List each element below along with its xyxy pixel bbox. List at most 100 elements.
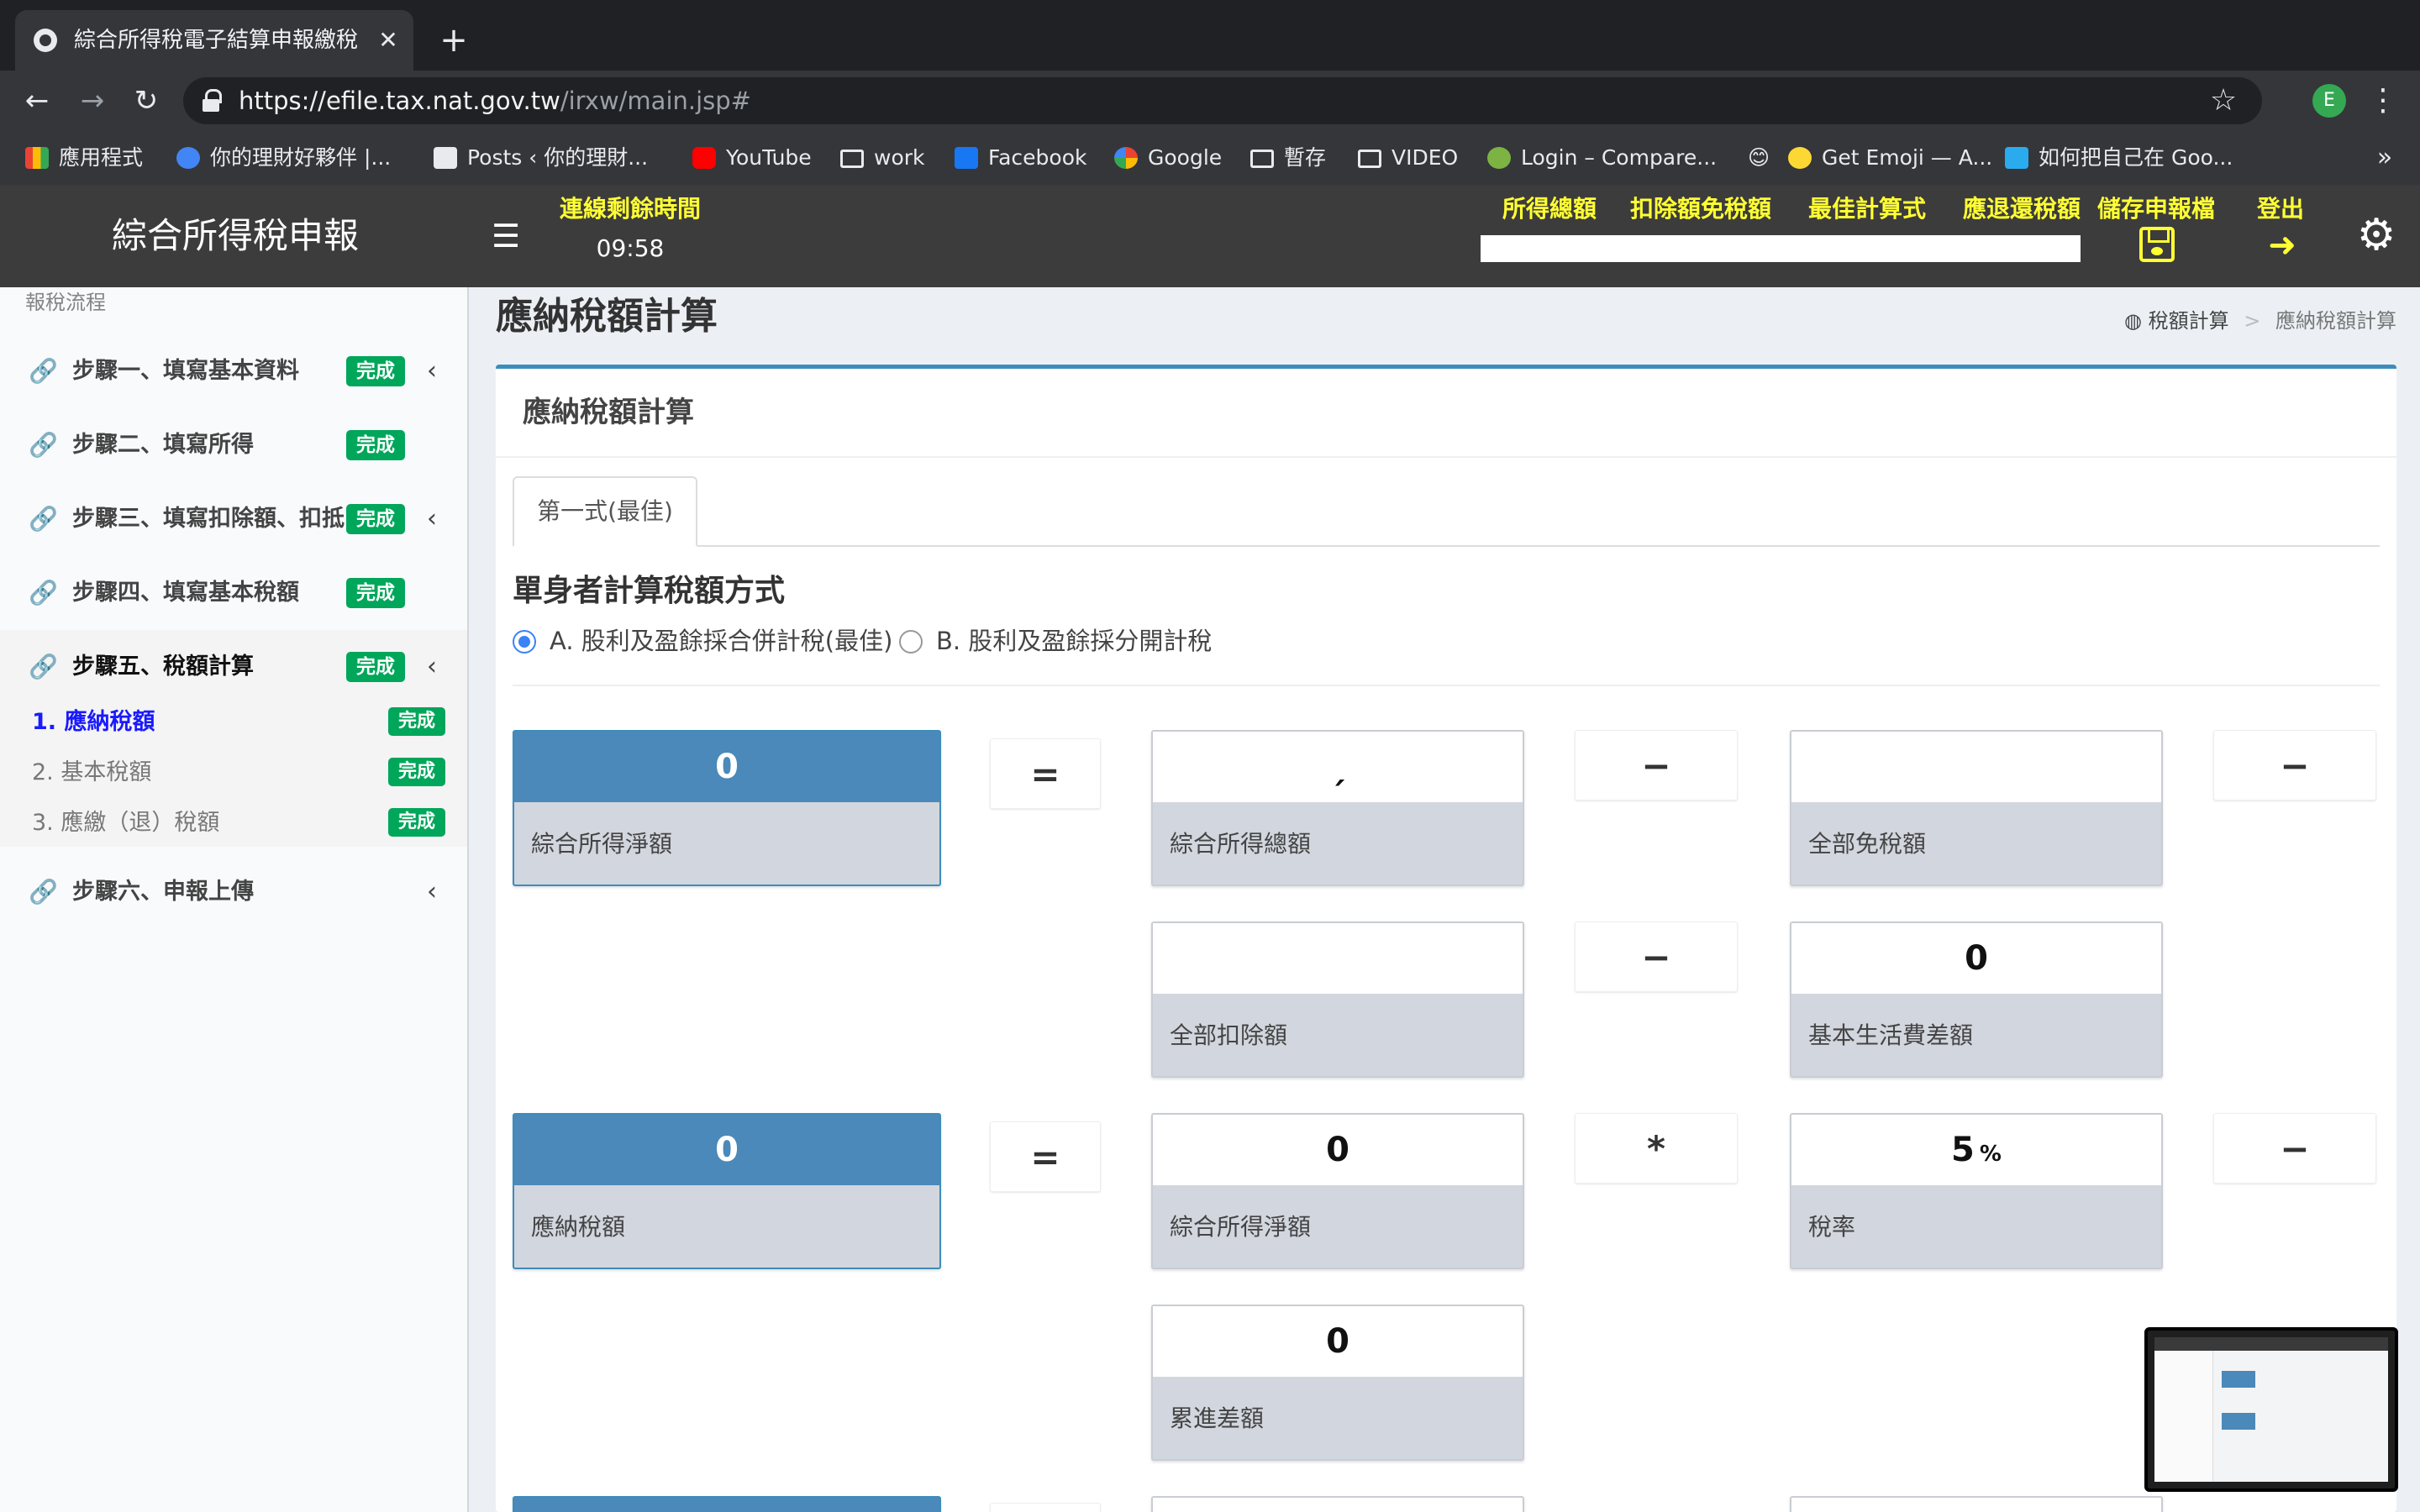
multiply-operator: *	[1575, 1113, 1738, 1184]
divider	[513, 685, 2380, 686]
new-tab-button[interactable]: +	[435, 22, 472, 59]
bookmark-label: YouTube	[726, 145, 812, 170]
logout-button[interactable]: 登出	[2257, 192, 2304, 227]
tax-payable-value: 0	[514, 1115, 939, 1185]
bookmark-posts[interactable]: Posts ‹ 你的理財...	[434, 138, 648, 178]
link-icon: 🔗	[29, 653, 58, 680]
profile-avatar[interactable]: E	[2312, 84, 2346, 118]
browser-toolbar: ← → ↻ https://efile.tax.nat.gov.tw/irxw/…	[0, 71, 2420, 131]
gear-icon[interactable]: ⚙	[2353, 212, 2400, 259]
save-icon[interactable]	[2139, 227, 2175, 262]
radio-combined-tax[interactable]: A. 股利及盈餘採合併計稅(最佳)	[513, 622, 892, 659]
bookmark-star-icon[interactable]: ☆	[2207, 84, 2240, 118]
lock-icon[interactable]	[202, 89, 222, 113]
url-host: https://efile.tax.nat.gov.tw	[239, 87, 560, 115]
back-arrow-icon[interactable]: ←	[17, 81, 57, 121]
deductions-label: 全部扣除額	[1170, 1021, 1288, 1049]
bookmark-temp[interactable]: 暫存	[1250, 138, 1326, 178]
bookmark-label: 應用程式	[59, 145, 144, 170]
bookmark-youtube[interactable]: YouTube	[692, 138, 812, 178]
url-path: /irxw/main.jsp#	[560, 87, 751, 115]
step-label: 步驟五、稅額計算	[72, 654, 254, 680]
status-badge: 完成	[388, 808, 446, 837]
header-link-best-formula[interactable]: 最佳計算式	[1808, 192, 1926, 227]
session-timer-label: 連線剩餘時間	[559, 195, 701, 223]
step-label: 步驟三、填寫扣除額、扣抵	[72, 506, 345, 532]
tax-rate-value: 5	[1951, 1131, 1975, 1169]
gross-income-value: ˏ	[1153, 732, 1523, 802]
browser-tab[interactable]: 綜合所得稅電子結算申報繳稅系統 ✕	[15, 10, 413, 71]
radio-button[interactable]	[899, 630, 923, 654]
chevron-left-icon[interactable]: ‹	[422, 502, 442, 536]
tax-rate-unit: %	[1979, 1142, 2002, 1167]
thumbnail-header	[2154, 1337, 2388, 1351]
chevron-left-icon[interactable]: ‹	[422, 354, 442, 388]
bookmarks-overflow-icon[interactable]: »	[2368, 138, 2402, 178]
progressive-diff-value: 0	[1153, 1306, 1523, 1377]
breadcrumb-root[interactable]: 稅額計算	[2149, 309, 2229, 333]
living-cost-diff-label: 基本生活費差額	[1808, 1021, 1974, 1049]
bookmark-work[interactable]: work	[840, 138, 925, 178]
bookmark-google[interactable]: Google	[1114, 138, 1222, 178]
screenshot-thumbnail[interactable]	[2144, 1327, 2398, 1492]
address-bar[interactable]: https://efile.tax.nat.gov.tw/irxw/main.j…	[183, 77, 2262, 124]
header-link-gross-income[interactable]: 所得總額	[1502, 192, 1597, 227]
equals-operator: =	[990, 1121, 1101, 1192]
bookmark-emoji[interactable]: 😊	[1748, 138, 1770, 178]
tab-formula-1[interactable]: 第一式(最佳)	[513, 476, 697, 547]
save-file-button[interactable]: 儲存申報檔	[2097, 192, 2215, 227]
radio-label: B. 股利及盈餘採分開計稅	[936, 627, 1213, 655]
app-title[interactable]: 綜合所得稅申報	[0, 185, 471, 287]
equals-operator: =	[990, 738, 1101, 809]
site-icon	[176, 147, 200, 169]
minus-operator: −	[1575, 921, 1738, 992]
url-text[interactable]: https://efile.tax.nat.gov.tw/irxw/main.j…	[239, 77, 751, 124]
close-tab-icon[interactable]: ✕	[375, 27, 402, 54]
submenu-item-tax-payable[interactable]: 1. 應納稅額	[32, 702, 155, 743]
bookmarks-bar: 應用程式 你的理財好夥伴 |... Posts ‹ 你的理財... YouTub…	[0, 131, 2420, 185]
next-value	[1153, 1498, 1523, 1512]
bookmark-label: 暫存	[1284, 145, 1327, 170]
reload-icon[interactable]: ↻	[126, 81, 166, 121]
submenu-item-payable-refund[interactable]: 3. 應繳（退）稅額	[32, 803, 219, 843]
sidebar-heading: 報稅流程	[25, 291, 106, 314]
header-link-deductions[interactable]: 扣除額免稅額	[1630, 192, 1771, 227]
site-icon	[1487, 147, 1511, 169]
sidebar-item-step6[interactable]: 🔗 步驟六、申報上傳 ‹	[0, 855, 467, 929]
hamburger-menu-icon[interactable]: ☰	[489, 215, 523, 257]
progressive-diff-box: 0 累進差額	[1151, 1305, 1524, 1461]
thumbnail-sidebar	[2154, 1351, 2213, 1482]
breadcrumb-current: 應納稅額計算	[2275, 309, 2396, 333]
bookmark-get-emoji[interactable]: Get Emoji — A...	[1788, 138, 1992, 178]
header-link-refund[interactable]: 應退還稅額	[1963, 192, 2081, 227]
sidebar: 報稅流程 🔗 步驟一、填寫基本資料 完成 ‹ 🔗 步驟二、填寫所得 完成 🔗 步…	[0, 287, 469, 1512]
sidebar-item-step4[interactable]: 🔗 步驟四、填寫基本稅額 完成	[0, 556, 467, 630]
posts-icon	[434, 147, 457, 169]
google-icon	[1114, 147, 1138, 169]
sidebar-item-step5[interactable]: 🔗 步驟五、稅額計算 完成 ‹	[0, 630, 467, 704]
step-label: 步驟一、填寫基本資料	[72, 358, 299, 384]
sidebar-item-step3[interactable]: 🔗 步驟三、填寫扣除額、扣抵 完成 ‹	[0, 482, 467, 556]
submenu-item-basic-tax[interactable]: 2. 基本稅額	[32, 753, 151, 793]
chevron-down-icon[interactable]: ‹	[422, 650, 442, 684]
bookmark-facebook[interactable]: Facebook	[955, 138, 1086, 178]
sidebar-item-step2[interactable]: 🔗 步驟二、填寫所得 完成	[0, 408, 467, 482]
kebab-menu-icon[interactable]: ⋮	[2368, 82, 2398, 119]
logout-icon[interactable]: ➜	[2262, 227, 2302, 264]
bookmark-video[interactable]: VIDEO	[1358, 138, 1458, 178]
bookmark-label: Get Emoji — A...	[1822, 145, 1993, 170]
radio-label: A. 股利及盈餘採合併計稅(最佳)	[550, 627, 893, 655]
bookmark-howto[interactable]: 如何把自己在 Goo...	[2005, 138, 2233, 178]
forward-arrow-icon[interactable]: →	[72, 81, 113, 121]
sidebar-item-step1[interactable]: 🔗 步驟一、填寫基本資料 完成 ‹	[0, 334, 467, 408]
bookmark-apps[interactable]: 應用程式	[25, 138, 143, 178]
minus-operator: −	[2213, 730, 2376, 801]
living-cost-diff-box: 0 基本生活費差額	[1790, 921, 2163, 1078]
step5-submenu: 1. 應納稅額 完成 2. 基本稅額 完成 3. 應繳（退）稅額 完成	[0, 694, 467, 847]
chevron-left-icon[interactable]: ‹	[422, 875, 442, 909]
emoji-icon	[1788, 147, 1812, 169]
bookmark-login[interactable]: Login – Compare...	[1487, 138, 1717, 178]
bookmark-finance[interactable]: 你的理財好夥伴 |...	[176, 138, 391, 178]
radio-separate-tax[interactable]: B. 股利及盈餘採分開計稅	[899, 622, 1212, 659]
radio-button-checked[interactable]	[513, 630, 536, 654]
